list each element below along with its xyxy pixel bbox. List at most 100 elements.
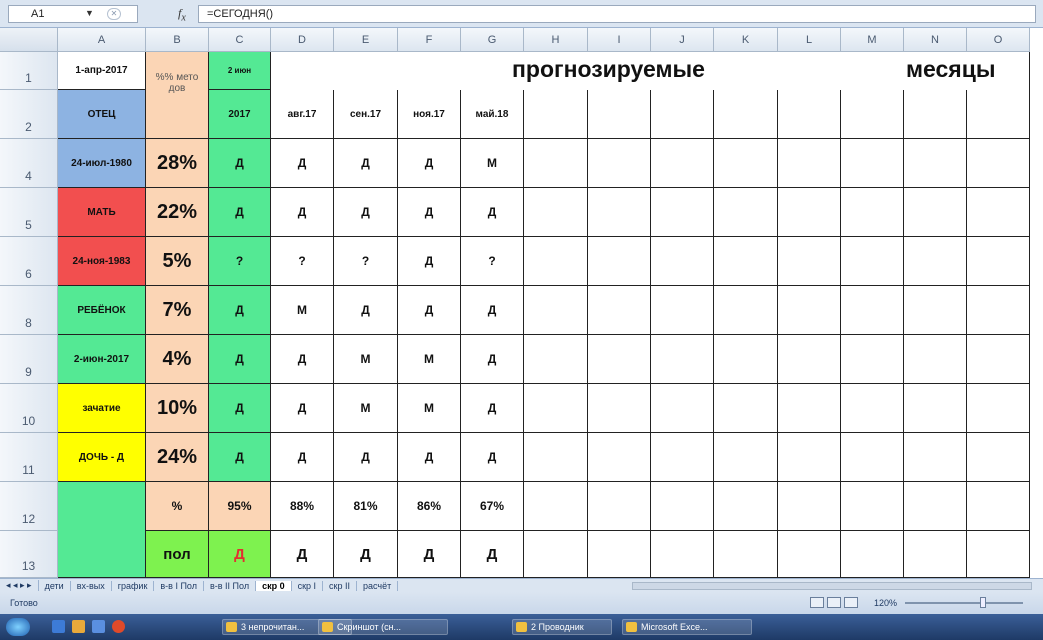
cell-e12[interactable]: 81%: [334, 482, 398, 531]
empty-cell[interactable]: [904, 90, 967, 139]
empty-cell[interactable]: [904, 335, 967, 384]
cell-b-percent[interactable]: 10%: [146, 384, 209, 433]
cell-b13[interactable]: пол: [146, 531, 209, 578]
taskbar-button-2[interactable]: 2 Проводник: [512, 619, 612, 635]
cell-g-value[interactable]: Д: [461, 286, 524, 335]
empty-cell[interactable]: [588, 286, 651, 335]
empty-cell[interactable]: [588, 384, 651, 433]
row-header-8[interactable]: 8: [0, 286, 58, 335]
sheet-tab-4[interactable]: в-в II Пол: [204, 580, 257, 591]
cell-c-value[interactable]: Д: [209, 188, 271, 237]
cell-f-value[interactable]: М: [398, 384, 461, 433]
empty-cell[interactable]: [588, 139, 651, 188]
empty-cell[interactable]: [967, 433, 1030, 482]
row-header-10[interactable]: 10: [0, 384, 58, 433]
empty-cell[interactable]: [904, 139, 967, 188]
cell-c-value[interactable]: Д: [209, 335, 271, 384]
cell-g-value[interactable]: Д: [461, 433, 524, 482]
empty-cell[interactable]: [651, 237, 714, 286]
cell-e-value[interactable]: М: [334, 384, 398, 433]
cell-a-label[interactable]: зачатие: [58, 384, 146, 433]
formula-input[interactable]: =СЕГОДНЯ(): [198, 5, 1036, 23]
taskbar-button-1[interactable]: Скриншот (сн...: [318, 619, 448, 635]
tab-nav-arrows[interactable]: ◂ ◂ ▸ ▸: [0, 580, 39, 591]
empty-cell[interactable]: [841, 335, 904, 384]
empty-cell[interactable]: [714, 90, 778, 139]
name-box[interactable]: A1 ▼ ✕: [8, 5, 138, 23]
spreadsheet-grid[interactable]: A B C D E F G H I J K L M N O 1 2 4 5 6 8 9 10 11 12 13 1-апр-2017…: [0, 28, 1043, 578]
empty-cell[interactable]: [651, 90, 714, 139]
empty-cell[interactable]: [778, 384, 841, 433]
cell-a-label[interactable]: МАТЬ: [58, 188, 146, 237]
sheet-tab-6[interactable]: скр I: [292, 580, 324, 591]
row-header-4[interactable]: 4: [0, 139, 58, 188]
cell-f2[interactable]: ноя.17: [398, 90, 461, 139]
cell-d2[interactable]: авг.17: [271, 90, 334, 139]
zoom-slider-knob[interactable]: [980, 597, 986, 608]
empty-cell[interactable]: [967, 188, 1030, 237]
cell-d-value[interactable]: ?: [271, 237, 334, 286]
cell-g-value[interactable]: Д: [461, 384, 524, 433]
cell-e2[interactable]: сен.17: [334, 90, 398, 139]
cell-a12-a13-merged[interactable]: [58, 482, 146, 578]
row-header-2[interactable]: 2: [0, 90, 58, 139]
sheet-tab-7[interactable]: скр II: [323, 580, 357, 591]
select-all-corner[interactable]: [0, 28, 58, 52]
column-header-l[interactable]: L: [778, 28, 841, 52]
desktop-icon[interactable]: [92, 620, 105, 633]
column-header-d[interactable]: D: [271, 28, 334, 52]
cell-c-value[interactable]: Д: [209, 139, 271, 188]
cell-g-value[interactable]: Д: [461, 335, 524, 384]
sheet-tab-3[interactable]: в-в I Пол: [154, 580, 204, 591]
sheet-tab-2[interactable]: график: [112, 580, 155, 591]
cell-c-value[interactable]: Д: [209, 286, 271, 335]
cell-c-value[interactable]: Д: [209, 433, 271, 482]
cell-g12[interactable]: 67%: [461, 482, 524, 531]
empty-cell[interactable]: [841, 482, 904, 531]
cell-f-value[interactable]: Д: [398, 139, 461, 188]
cell-c-value[interactable]: ?: [209, 237, 271, 286]
cell-d12[interactable]: 88%: [271, 482, 334, 531]
cell-a-label[interactable]: 2-июн-2017: [58, 335, 146, 384]
empty-cell[interactable]: [714, 335, 778, 384]
column-header-h[interactable]: H: [524, 28, 588, 52]
row-header-1[interactable]: 1: [0, 52, 58, 90]
cell-b-percent[interactable]: 7%: [146, 286, 209, 335]
sheet-tab-0[interactable]: дети: [39, 580, 71, 591]
empty-cell[interactable]: [967, 384, 1030, 433]
column-header-b[interactable]: B: [146, 28, 209, 52]
row-header-6[interactable]: 6: [0, 237, 58, 286]
cell-c12[interactable]: 95%: [209, 482, 271, 531]
cell-a-label[interactable]: 24-ноя-1983: [58, 237, 146, 286]
cell-d-value[interactable]: Д: [271, 335, 334, 384]
cell-a-label[interactable]: РЕБЁНОК: [58, 286, 146, 335]
empty-cell[interactable]: [524, 433, 588, 482]
empty-cell[interactable]: [524, 531, 588, 578]
view-buttons[interactable]: [810, 597, 864, 609]
empty-cell[interactable]: [904, 188, 967, 237]
sheet-tab-5[interactable]: скр 0: [256, 580, 292, 591]
empty-cell[interactable]: [841, 286, 904, 335]
empty-cell[interactable]: [778, 90, 841, 139]
cell-e13[interactable]: Д: [334, 531, 398, 578]
empty-cell[interactable]: [714, 531, 778, 578]
empty-cell[interactable]: [714, 139, 778, 188]
column-header-n[interactable]: N: [904, 28, 967, 52]
cell-g-value[interactable]: Д: [461, 188, 524, 237]
column-header-m[interactable]: M: [841, 28, 904, 52]
column-header-o[interactable]: O: [967, 28, 1030, 52]
empty-cell[interactable]: [524, 384, 588, 433]
empty-cell[interactable]: [967, 531, 1030, 578]
empty-cell[interactable]: [967, 482, 1030, 531]
cell-f-value[interactable]: Д: [398, 237, 461, 286]
empty-cell[interactable]: [714, 286, 778, 335]
folder-icon[interactable]: [72, 620, 85, 633]
empty-cell[interactable]: [714, 482, 778, 531]
empty-cell[interactable]: [524, 482, 588, 531]
cell-d13[interactable]: Д: [271, 531, 334, 578]
function-icon[interactable]: fx: [178, 6, 186, 23]
cell-f-value[interactable]: М: [398, 335, 461, 384]
empty-cell[interactable]: [524, 139, 588, 188]
empty-cell[interactable]: [588, 188, 651, 237]
empty-cell[interactable]: [524, 90, 588, 139]
